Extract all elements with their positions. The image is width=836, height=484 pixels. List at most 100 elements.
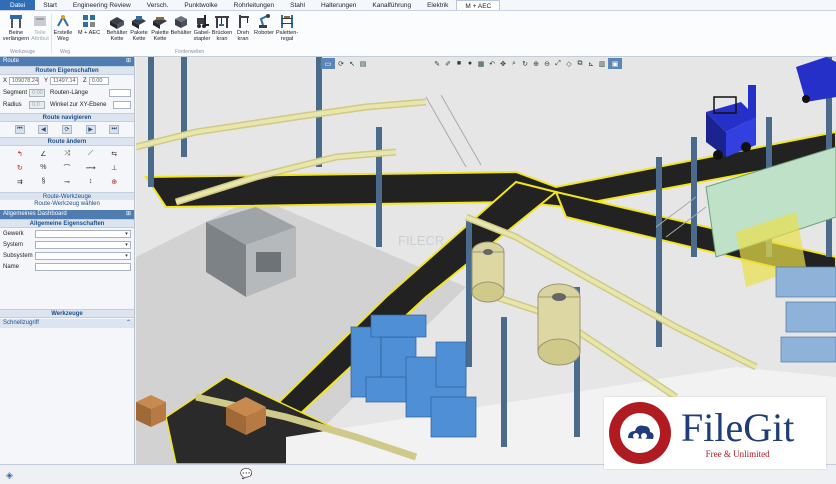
segment-input[interactable]: 0.00 (29, 89, 45, 97)
system-select[interactable]: ▾ (35, 240, 131, 249)
arc-tool-icon[interactable]: ⌒ (61, 162, 73, 173)
zoom-out-icon[interactable]: ⊖ (542, 58, 552, 69)
solid-view-icon[interactable]: ■ (454, 58, 464, 69)
last-segment-button[interactable]: ⏭ (109, 125, 120, 134)
pen-tool-icon[interactable]: ✎ (432, 58, 442, 69)
package-chain-button[interactable]: Pakete Kette (128, 13, 150, 42)
pin-icon[interactable]: ⊞ (126, 57, 131, 66)
section-icon[interactable]: ⧉ (575, 58, 585, 69)
height-tool-icon[interactable]: ↕ (85, 176, 97, 187)
name-input[interactable] (35, 262, 131, 271)
create-path-button[interactable]: Erstelle Weg (52, 13, 74, 42)
fit-view-icon[interactable]: ⤢ (553, 58, 563, 69)
first-segment-button[interactable]: ⏮ (14, 125, 25, 134)
undo-view-icon[interactable]: ↶ (487, 58, 497, 69)
route-properties-header[interactable]: Routen Eigenschaften (0, 66, 134, 75)
spiral-tool-icon[interactable]: § (37, 176, 49, 187)
segment-label: Segment (3, 90, 28, 96)
bridge-crane-icon (215, 16, 229, 28)
slope-tool-icon[interactable]: ⟋ (85, 148, 97, 159)
collapse-icon[interactable]: ⌃ (126, 319, 131, 328)
select-tool-icon[interactable]: ↖ (347, 58, 357, 69)
robot-button[interactable]: Roboter (253, 13, 275, 36)
tab-stahl[interactable]: Stahl (282, 0, 313, 10)
iso-view-icon[interactable]: ◇ (564, 58, 574, 69)
dashboard-panel-title-text: Allgemeines Dashboard (3, 211, 67, 217)
rotate-tool-icon[interactable]: ↻ (14, 162, 26, 173)
pallet-chain-button[interactable]: Palette Kette (149, 13, 171, 42)
navigation-cube-icon[interactable]: ◈ (6, 470, 13, 481)
m-aec-button[interactable]: M + AEC (74, 13, 104, 36)
extend-tool-icon[interactable]: ⟿ (85, 162, 97, 173)
tab-rohrleitungen[interactable]: Rohrleitungen (226, 0, 282, 10)
bend-tool-icon[interactable]: ↰ (14, 148, 26, 159)
refresh-view-icon[interactable]: ⟳ (336, 58, 346, 69)
split-tool-icon[interactable]: ⤨ (61, 148, 73, 159)
extend-legs-button[interactable]: Beine verlängern (3, 13, 29, 42)
radius-input[interactable]: 0.0 (29, 101, 45, 109)
tab-elektrik[interactable]: Elektrik (419, 0, 456, 10)
pan-icon[interactable]: ✥ (498, 58, 508, 69)
x-input[interactable]: 109078.24 (9, 77, 40, 85)
route-edit-tools: ↰ ∠ ⤨ ⟋ ⇆ ↻ % ⌒ ⟿ ⊥ ⇉ § ⊸ ↕ ⊕ (0, 146, 134, 189)
navigate-route-header[interactable]: Route navigieren (0, 113, 134, 122)
bridge-crane-button[interactable]: Brücken kran (212, 13, 232, 42)
next-segment-button[interactable]: ▶ (85, 125, 96, 134)
gewerk-select[interactable]: ▾ (35, 229, 131, 238)
select-route-tool-link[interactable]: Route-Werkzeug wählen (0, 200, 134, 208)
chart-icon[interactable]: ▥ (597, 58, 607, 69)
container-chain-button[interactable]: Behälter Kette (106, 13, 128, 42)
tab-start[interactable]: Start (35, 0, 65, 10)
general-properties-header[interactable]: Allgemeine Eigenschaften (0, 219, 134, 228)
route-length-input[interactable] (109, 89, 131, 97)
zoom-icon[interactable]: ⌕ (509, 58, 519, 69)
tools-header-text: Werkzeuge (51, 311, 83, 317)
align-tool-icon[interactable]: ⊥ (108, 162, 120, 173)
tab-punktwolke[interactable]: Punktwolke (176, 0, 225, 10)
sphere-view-icon[interactable]: ● (465, 58, 475, 69)
chat-icon[interactable]: 💬 (240, 469, 252, 480)
offset-tool-icon[interactable]: ⇉ (14, 176, 26, 187)
container-button[interactable]: Behälter (170, 13, 192, 36)
field-row-name: Name (0, 261, 134, 272)
tab-kanalfuehrung[interactable]: Kanalführung (364, 0, 419, 10)
jib-crane-button[interactable]: Dreh kran (233, 13, 253, 42)
z-input[interactable]: 0.00 (88, 77, 109, 85)
refresh-route-button[interactable]: ⟳ (61, 125, 72, 134)
connect-tool-icon[interactable]: ⊸ (61, 176, 73, 187)
view-mode-icon[interactable]: ▭ (321, 58, 335, 69)
viewport-toolbar-right: ✎ ✐ ■ ● ▦ ↶ ✥ ⌕ ↻ ⊕ ⊖ ⤢ ◇ ⧉ ⊾ ▥ ▣ (432, 58, 622, 71)
zoom-in-icon[interactable]: ⊕ (531, 58, 541, 69)
segment-row: Segment 0.00 Routen-Länge (0, 87, 134, 99)
part-attribute-button[interactable]: Teile Attribut (30, 13, 50, 42)
tab-datei[interactable]: Datei (0, 0, 36, 10)
change-route-header[interactable]: Route ändern (0, 137, 134, 146)
tools-header[interactable]: Werkzeuge (0, 309, 134, 318)
quick-access-bar[interactable]: Schnellzugriff ⌃ (0, 319, 134, 328)
route-tools-header[interactable]: Route-Werkzeuge (0, 192, 134, 200)
previous-segment-button[interactable]: ◀ (38, 125, 49, 134)
y-label: Y (44, 78, 49, 84)
container-chain-label: Behälter Kette (106, 30, 128, 42)
percent-tool-icon[interactable]: % (37, 162, 49, 173)
forklift-button[interactable]: Gabel-stapler (192, 13, 212, 42)
axis-icon[interactable]: ⊾ (586, 58, 596, 69)
rotate-view-icon[interactable]: ↻ (520, 58, 530, 69)
edit-tool-icon[interactable]: ✐ (443, 58, 453, 69)
target-tool-icon[interactable]: ⊕ (108, 176, 120, 187)
pin-icon[interactable]: ⊞ (126, 210, 131, 219)
wire-view-icon[interactable]: ▦ (476, 58, 486, 69)
measure-tool-icon[interactable]: ▤ (358, 58, 368, 69)
tab-m-aec[interactable]: M + AEC (456, 0, 501, 10)
tab-halterungen[interactable]: Halterungen (313, 0, 364, 10)
angle-tool-icon[interactable]: ∠ (37, 148, 49, 159)
y-input[interactable]: 11497.14 (50, 77, 79, 85)
tab-versch[interactable]: Versch. (139, 0, 177, 10)
render-mode-icon[interactable]: ▣ (608, 58, 622, 69)
package-chain-label: Pakete Kette (130, 30, 148, 42)
angle-input[interactable] (113, 101, 131, 109)
pallet-rack-button[interactable]: Paletten-regal (276, 13, 298, 42)
tab-engineering-review[interactable]: Engineering Review (65, 0, 139, 10)
flip-tool-icon[interactable]: ⇆ (108, 148, 120, 159)
subsystem-select[interactable]: ▾ (35, 251, 131, 260)
